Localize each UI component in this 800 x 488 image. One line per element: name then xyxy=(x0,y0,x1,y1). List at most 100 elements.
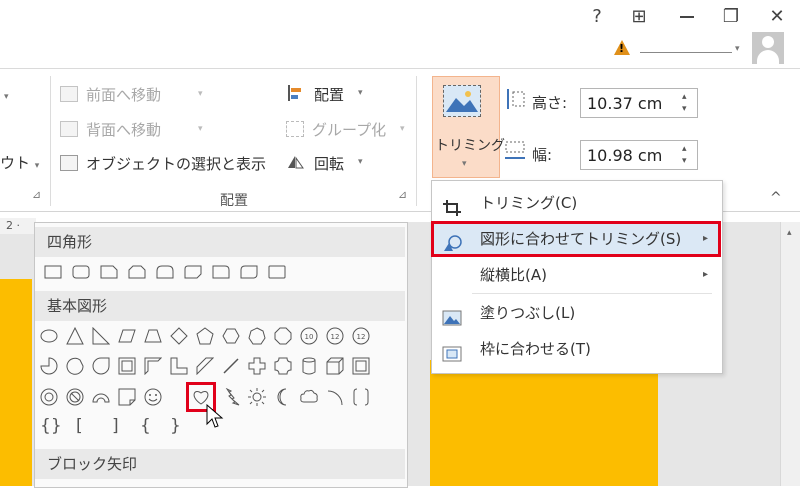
shape-round-same-side-rectangle[interactable] xyxy=(156,263,174,281)
height-spin-down[interactable]: ▾ xyxy=(682,104,687,115)
slide-shape-left[interactable] xyxy=(0,279,32,486)
menu-item-label: 塗りつぶし(L) xyxy=(480,304,576,322)
shape-sun[interactable] xyxy=(248,388,266,406)
send-backward-label: 背面へ移動 xyxy=(86,121,162,139)
shape-dodecagon-alt[interactable]: 12 xyxy=(352,327,370,345)
crop-button[interactable]: トリミング ▾ xyxy=(432,76,505,178)
shape-rectangle-alt[interactable] xyxy=(268,263,286,281)
shape-diamond[interactable] xyxy=(170,327,188,345)
shape-folded-corner[interactable] xyxy=(118,388,136,406)
bring-forward-icon xyxy=(60,86,78,102)
crop-to-shape-highlight xyxy=(431,221,721,257)
shape-frame[interactable] xyxy=(118,357,136,375)
shape-snip-same-side-rectangle[interactable] xyxy=(128,263,146,281)
shape-trapezoid[interactable] xyxy=(144,327,162,345)
align-label: 配置 xyxy=(314,86,345,104)
shape-snip-corner-rectangle[interactable] xyxy=(100,263,118,281)
block-arrows-header: ブロック矢印 xyxy=(35,449,405,479)
shape-hexagon[interactable] xyxy=(222,327,240,345)
height-input[interactable]: 10.37 cm xyxy=(580,88,698,118)
shape-rectangle[interactable] xyxy=(44,263,62,281)
avatar[interactable] xyxy=(752,32,784,64)
shape-double-bracket[interactable] xyxy=(352,388,370,406)
height-spin-up[interactable]: ▴ xyxy=(682,92,687,103)
close-button[interactable]: ✕ xyxy=(762,4,792,30)
scroll-up-icon[interactable]: ▴ xyxy=(787,228,792,238)
left-cut-button-label[interactable]: ウト ▾ xyxy=(0,152,39,173)
shape-round-diagonal-rectangle[interactable] xyxy=(240,263,258,281)
shape-can[interactable] xyxy=(300,357,318,375)
shape-smiley-face[interactable] xyxy=(144,388,162,406)
left-cut-caret-icon: ▾ xyxy=(4,92,9,102)
group-launcher-icon[interactable]: ⊿ xyxy=(398,188,407,201)
mouse-cursor-icon xyxy=(206,403,224,430)
width-input[interactable]: 10.98 cm xyxy=(580,140,698,170)
selected-picture[interactable] xyxy=(430,360,658,486)
crop-label: トリミング xyxy=(435,138,505,154)
shape-l-shape[interactable] xyxy=(170,357,188,375)
shape-moon[interactable] xyxy=(274,388,292,406)
shape-triangle[interactable] xyxy=(66,327,84,345)
shape-parallelogram[interactable] xyxy=(118,327,136,345)
shape-bevel[interactable] xyxy=(352,357,370,375)
chevron-down-icon: ▾ xyxy=(462,159,467,169)
shape-height-icon xyxy=(504,88,526,110)
shape-oval[interactable] xyxy=(40,327,58,345)
ruler-text: 2 · xyxy=(6,219,20,232)
shape-cloud[interactable] xyxy=(300,388,318,406)
menu-item-fill[interactable]: 塗りつぶし(L) xyxy=(432,295,720,331)
svg-text:10: 10 xyxy=(305,333,314,341)
shape-right-brace[interactable]: } xyxy=(170,416,181,436)
shape-dodecagon[interactable]: 12 xyxy=(326,327,344,345)
shape-line-slash[interactable] xyxy=(222,357,240,375)
menu-item-label: 縦横比(A) xyxy=(480,266,547,284)
width-spin-up[interactable]: ▴ xyxy=(682,144,687,155)
ribbon-separator xyxy=(416,76,417,206)
shape-pentagon[interactable] xyxy=(196,327,214,345)
selection-pane-icon xyxy=(60,155,78,171)
shape-half-frame[interactable] xyxy=(144,357,162,375)
shape-heptagon[interactable] xyxy=(248,327,266,345)
collapse-ribbon-button[interactable]: ^ xyxy=(770,190,782,206)
shape-no-symbol[interactable] xyxy=(66,388,84,406)
help-button[interactable]: ? xyxy=(582,4,612,30)
menu-item-fit[interactable]: 枠に合わせる(T) xyxy=(432,331,720,367)
shape-decagon[interactable]: 10 xyxy=(300,327,318,345)
shape-left-bracket[interactable]: [ xyxy=(76,416,83,436)
shape-cube[interactable] xyxy=(326,357,344,375)
account-dropdown-icon[interactable]: ▾ xyxy=(735,44,740,54)
shape-right-bracket[interactable]: ] xyxy=(112,416,119,436)
menu-item-crop[interactable]: トリミング(C) xyxy=(432,185,720,221)
shape-right-triangle[interactable] xyxy=(92,327,110,345)
bring-forward-label: 前面へ移動 xyxy=(86,86,162,104)
shape-plaque[interactable] xyxy=(274,357,292,375)
crop-dropdown-menu: トリミング(C) 図形に合わせてトリミング(S) ▸ 縦横比(A) ▸ 塗りつぶ… xyxy=(431,180,723,374)
shape-octagon[interactable] xyxy=(274,327,292,345)
shape-arc[interactable] xyxy=(326,388,344,406)
shape-lightning-bolt[interactable] xyxy=(222,388,240,406)
shape-rounded-rectangle[interactable] xyxy=(72,263,90,281)
shape-left-brace[interactable]: { xyxy=(140,416,151,436)
shape-plus[interactable] xyxy=(248,357,266,375)
arrange-group-label: 配置 xyxy=(220,193,248,209)
shape-diagonal-stripe[interactable] xyxy=(196,357,214,375)
shape-donut[interactable] xyxy=(40,388,58,406)
account-name-redacted[interactable] xyxy=(640,52,732,63)
width-spin-down[interactable]: ▾ xyxy=(682,156,687,167)
minimize-button[interactable] xyxy=(672,4,702,30)
align-icon xyxy=(286,85,302,101)
svg-text:12: 12 xyxy=(357,333,366,341)
menu-item-aspect-ratio[interactable]: 縦横比(A) ▸ xyxy=(432,257,720,293)
shape-chord[interactable] xyxy=(66,357,84,375)
group-launcher-icon[interactable]: ⊿ xyxy=(32,188,41,201)
chevron-down-icon: ▾ xyxy=(34,161,40,171)
restore-button[interactable]: ❐ xyxy=(716,4,746,30)
vertical-scrollbar[interactable]: ▴ xyxy=(780,222,800,486)
shape-block-arc[interactable] xyxy=(92,388,110,406)
ribbon-display-options-button[interactable]: ⊞ xyxy=(624,4,654,30)
shape-pie[interactable] xyxy=(40,357,58,375)
shape-round-corner-rectangle[interactable] xyxy=(212,263,230,281)
shape-double-brace[interactable]: {} xyxy=(40,416,62,436)
shape-teardrop[interactable] xyxy=(92,357,110,375)
shape-snip-round-rectangle[interactable] xyxy=(184,263,202,281)
